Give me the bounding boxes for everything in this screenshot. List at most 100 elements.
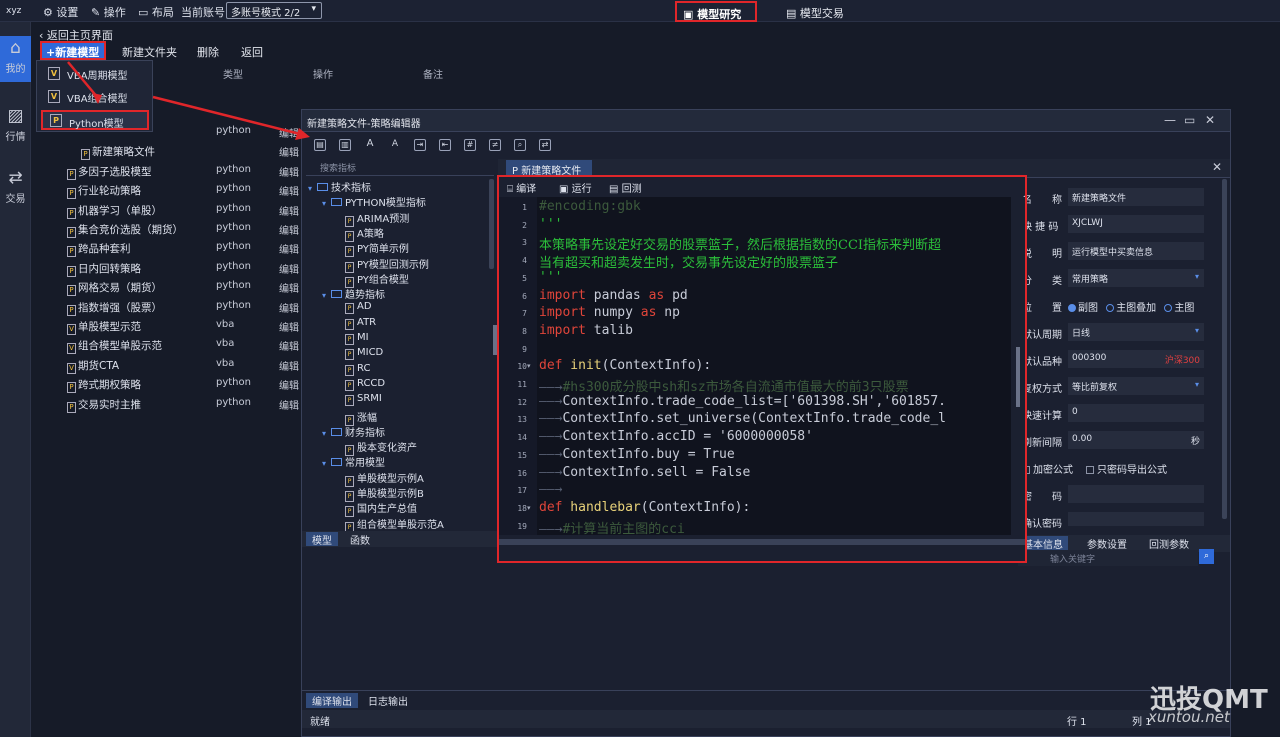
tree-folder[interactable]: ▾ 财务指标 [322,424,385,439]
close-icon[interactable]: ✕ [1212,160,1222,174]
compile-button[interactable]: ⌸ 编译 [507,180,536,195]
dropdown-item-python[interactable]: P Python模型 [41,110,149,130]
back-button[interactable]: 返回 [241,44,263,60]
backtest-button[interactable]: ▤ 回测 [609,180,642,195]
tree-item[interactable]: P ATR [345,317,376,330]
tree-item[interactable]: P RC [345,363,370,376]
model-research-button[interactable]: ▣ 模型研究 [675,1,757,22]
chevron-down-icon[interactable]: ▾ [308,184,317,193]
prop-category-select[interactable]: 常用策略 ▾ [1068,269,1204,287]
edit-link[interactable]: 编辑 [279,125,299,140]
prop-confirm-field[interactable] [1068,512,1204,526]
uncomment-icon[interactable]: ≠ [489,139,501,151]
encrypt-checkbox[interactable]: 加密公式 [1022,461,1073,476]
tab-compile-output[interactable]: 编译输出 [306,693,358,708]
indent-icon[interactable]: ⇥ [414,139,426,151]
edit-link[interactable]: 编辑 [279,319,299,334]
table-row[interactable]: P 网格交易（期货） python 编辑 [31,277,301,296]
edit-link[interactable]: 编辑 [279,144,299,159]
tree-scrollbar[interactable] [489,179,494,269]
tree-item[interactable]: P AD [345,301,372,314]
radio-mainchart[interactable]: 主图 [1164,303,1194,314]
new-model-button[interactable]: +新建模型 [40,41,106,60]
keyword-search-input[interactable]: 输入关键字 [1018,550,1198,566]
minimize-icon[interactable]: — [1164,113,1176,127]
fold-icon[interactable]: ▾ [527,504,531,512]
prop-desc-field[interactable]: 运行模型中买卖信息 [1068,242,1204,260]
edit-link[interactable]: 编辑 [279,183,299,198]
comment-icon[interactable]: # [464,139,476,151]
font-increase-icon[interactable]: A [364,139,376,151]
edit-link[interactable]: 编辑 [279,261,299,276]
dropdown-item-vba-period[interactable]: V VBA周期模型 [41,64,149,84]
tab-model[interactable]: 模型 [306,532,338,547]
table-row[interactable]: P 行业轮动策略 python 编辑 [31,180,301,199]
delete-button[interactable]: 删除 [197,44,219,60]
table-row[interactable]: V 单股模型示范 vba 编辑 [31,316,301,335]
edit-link[interactable]: 编辑 [279,241,299,256]
layout-menu[interactable]: ▭ 布局 [138,4,174,20]
edit-link[interactable]: 编辑 [279,358,299,373]
tree-item[interactable]: P MI [345,332,369,345]
chevron-down-icon[interactable]: ▾ [322,429,331,438]
code-horizontal-scrollbar[interactable] [499,535,1025,561]
props-scrollbar[interactable] [1222,179,1227,519]
code-editor[interactable]: 1 2 3 4 5 6 7 8 9 10 ▾ 11 12 13 14 15 16 17 18 ▾ 19 #encodin… [499,197,1011,535]
find-icon[interactable]: ⌕ [514,139,526,151]
code-vertical-scrollbar[interactable] [1011,197,1025,535]
table-row[interactable]: P 机器学习（单股） python 编辑 [31,200,301,219]
fold-icon[interactable]: ▾ [527,362,531,370]
table-row[interactable]: P 日内回转策略 python 编辑 [31,258,301,277]
prop-password-field[interactable] [1068,485,1204,503]
rail-market[interactable]: ▨ 行情 [0,106,31,143]
settings-menu[interactable]: ⚙ 设置 [43,4,78,20]
table-row[interactable]: V 组合模型单股示范 vba 编辑 [31,335,301,354]
prop-calc-field[interactable]: 0 [1068,404,1204,422]
radio-main-overlay[interactable]: 主图叠加 [1106,303,1156,314]
edit-link[interactable]: 编辑 [279,300,299,315]
maximize-icon[interactable]: ▭ [1184,113,1195,127]
table-row[interactable]: P 交易实时主推 python 编辑 [31,394,301,413]
table-row[interactable]: P 多因子选股模型 python 编辑 [31,161,301,180]
rail-my[interactable]: ⌂ 我的 [0,36,31,82]
prop-name-field[interactable]: 新建策略文件 [1068,188,1204,206]
new-folder-button[interactable]: 新建文件夹 [122,44,177,60]
rail-trade[interactable]: ⇄ 交易 [0,168,31,205]
table-row[interactable]: P 集合竞价选股（期货） python 编辑 [31,219,301,238]
radio-subchart[interactable]: 副图 [1068,303,1098,314]
prop-abbr-field[interactable]: XJCLWJ [1068,215,1204,233]
table-row[interactable]: P 新建策略文件 编辑 [31,141,301,160]
edit-link[interactable]: 编辑 [279,222,299,237]
tree-search-input[interactable]: 搜索指标 [306,161,494,176]
chevron-down-icon[interactable]: ▾ [322,291,331,300]
save-as-icon[interactable]: ▥ [339,139,351,151]
export-pwd-checkbox[interactable]: 只密码导出公式 [1086,461,1167,476]
font-decrease-icon[interactable]: A [389,139,401,151]
table-row[interactable]: P 指数增强（股票） python 编辑 [31,297,301,316]
tab-params[interactable]: 参数设置 [1082,536,1132,551]
edit-link[interactable]: 编辑 [279,338,299,353]
table-row[interactable]: P 跨品种套利 python 编辑 [31,238,301,257]
operate-menu[interactable]: ✎ 操作 [91,4,126,20]
dropdown-item-vba-combo[interactable]: V VBA组合模型 [41,87,149,107]
tree-item[interactable]: P 国内生产总值 [345,500,417,517]
tree-item[interactable]: P PY简单示例 [345,240,409,257]
tree-folder[interactable]: ▾ 常用模型 [322,454,385,469]
table-row[interactable]: V 期货CTA vba 编辑 [31,355,301,374]
run-button[interactable]: ▣ 运行 [559,180,592,195]
close-icon[interactable]: ✕ [1205,113,1215,127]
tree-folder[interactable]: ▾ 趋势指标 [322,286,385,301]
tree-item[interactable]: P SRMI [345,393,382,406]
prop-adjust-select[interactable]: 等比前复权 ▾ [1068,377,1204,395]
tree-item[interactable]: P MICD [345,347,383,360]
account-mode-select[interactable]: 多账号模式 2/2 ▾ [226,2,322,19]
edit-link[interactable]: 编辑 [279,203,299,218]
prop-refresh-field[interactable]: 0.00 秒 [1068,431,1204,449]
tab-backtest-params[interactable]: 回测参数 [1144,536,1194,551]
save-icon[interactable]: ▤ [314,139,326,151]
outdent-icon[interactable]: ⇤ [439,139,451,151]
model-trade-button[interactable]: ▤ 模型交易 [786,5,844,21]
tab-log-output[interactable]: 日志输出 [362,693,414,708]
tree-folder[interactable]: ▾ 技术指标 [308,179,371,194]
chevron-down-icon[interactable]: ▾ [322,199,331,208]
